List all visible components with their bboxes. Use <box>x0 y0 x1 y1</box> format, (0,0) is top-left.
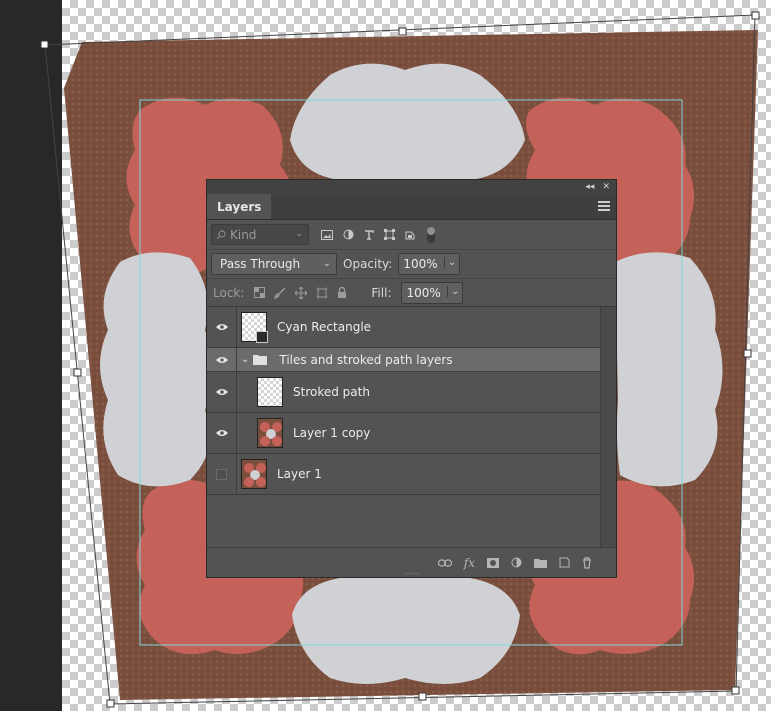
shape-layer-badge-icon <box>256 331 268 343</box>
folder-icon <box>253 355 268 365</box>
layers-bottom-toolbar: fx <box>207 547 616 577</box>
layer-thumbnail <box>257 377 283 407</box>
new-group-icon[interactable] <box>534 558 547 568</box>
layer-row[interactable]: Layer 1 <box>207 454 616 495</box>
lock-position-icon[interactable] <box>295 286 308 299</box>
visibility-toggle[interactable] <box>207 413 237 453</box>
panel-resize-grip[interactable] <box>404 573 419 575</box>
add-mask-icon[interactable] <box>487 557 499 568</box>
eye-icon <box>215 324 228 330</box>
layers-scrollbar[interactable] <box>600 307 616 547</box>
layer-row[interactable]: Cyan Rectangle <box>207 307 616 348</box>
tab-layers[interactable]: Layers <box>207 194 272 219</box>
visibility-toggle[interactable] <box>207 307 237 347</box>
layer-name: Cyan Rectangle <box>277 320 372 334</box>
lock-artboard-icon[interactable] <box>316 286 329 299</box>
lock-label: Lock: <box>213 285 245 300</box>
transform-handle-top-middle <box>398 27 407 36</box>
close-panel-icon[interactable]: ✕ <box>602 182 610 192</box>
chevron-down-icon[interactable]: ⌄ <box>241 354 249 365</box>
panel-tab-row: Layers <box>207 194 616 220</box>
visibility-toggle[interactable] <box>207 454 237 494</box>
lock-image-pixels-icon[interactable] <box>274 287 286 299</box>
tab-layers-label: Layers <box>217 199 262 214</box>
chevron-down-icon: ⌄ <box>322 258 331 269</box>
search-icon <box>216 229 226 239</box>
filter-row: Kind ⌄ <box>207 220 616 250</box>
transform-handle-top-right <box>751 11 760 20</box>
blend-mode-select[interactable]: Pass Through ⌄ <box>211 253 337 275</box>
visibility-toggle[interactable] <box>207 372 237 412</box>
opacity-value: 100% <box>403 257 438 271</box>
lock-row: Lock: Fill: 100% ⌄ <box>207 279 616 307</box>
transform-handle-bottom-left <box>106 699 115 708</box>
panel-title-strip: ◂◂ ✕ <box>207 180 616 194</box>
filter-kind-select[interactable]: Kind ⌄ <box>211 224 309 245</box>
fill-label: Fill: <box>371 285 392 300</box>
layer-name: Stroked path <box>293 385 370 399</box>
chevron-down-icon[interactable]: ⌄ <box>447 285 459 297</box>
eye-icon <box>215 356 228 363</box>
blend-row: Pass Through ⌄ Opacity: 100% ⌄ <box>207 250 616 279</box>
eye-icon <box>215 389 228 395</box>
layer-thumbnail <box>241 312 268 343</box>
layer-list: Cyan Rectangle ⌄ Tiles and stroked path … <box>207 307 616 547</box>
opacity-field[interactable]: 100% ⌄ <box>398 253 461 275</box>
transform-handle-bottom-right <box>731 686 740 695</box>
layer-name: Layer 1 copy <box>293 426 371 440</box>
transform-handle-bottom-middle <box>418 692 427 701</box>
adjustment-filter-icon[interactable] <box>343 229 354 240</box>
layer-thumbnail <box>257 418 283 448</box>
fx-icon[interactable]: fx <box>464 556 475 570</box>
transform-handle-top-left <box>40 40 49 49</box>
opacity-label: Opacity: <box>343 257 393 271</box>
layer-thumbnail <box>241 459 267 489</box>
link-layers-icon[interactable] <box>437 558 452 567</box>
transform-handle-middle-left <box>73 368 82 377</box>
blend-mode-value: Pass Through <box>220 257 301 271</box>
layer-row[interactable]: Layer 1 copy <box>207 413 616 454</box>
fill-field[interactable]: 100% ⌄ <box>401 281 464 304</box>
new-layer-icon[interactable] <box>559 557 570 568</box>
layers-panel: ◂◂ ✕ Layers Kind ⌄ Pass Through ⌄ Opacit… <box>206 179 617 578</box>
filter-kind-value: Kind <box>230 227 257 242</box>
lock-transparent-pixels-icon[interactable] <box>254 287 266 298</box>
shape-filter-icon[interactable] <box>384 229 395 240</box>
grey-tile-left <box>100 252 213 487</box>
chevron-down-icon[interactable]: ⌄ <box>443 257 456 268</box>
layer-name: Tiles and stroked path layers <box>279 352 453 367</box>
trash-icon[interactable] <box>582 556 592 569</box>
layer-group-row[interactable]: ⌄ Tiles and stroked path layers <box>207 348 616 372</box>
collapse-panel-icon[interactable]: ◂◂ <box>585 182 594 192</box>
visibility-toggle[interactable] <box>207 348 237 371</box>
filter-toggle-switch[interactable] <box>427 226 435 243</box>
hidden-visibility-box <box>216 468 227 480</box>
panel-menu-icon[interactable] <box>598 201 610 211</box>
lock-all-icon[interactable] <box>337 286 347 299</box>
pixel-filter-icon[interactable] <box>321 229 333 240</box>
transform-handle-middle-right <box>743 349 752 358</box>
grey-tile-bottom <box>292 578 520 684</box>
layer-row[interactable]: Stroked path <box>207 372 616 413</box>
layer-name: Layer 1 <box>277 467 322 481</box>
chevron-down-icon: ⌄ <box>295 229 303 239</box>
new-adjustment-layer-icon[interactable] <box>511 557 522 568</box>
smart-object-filter-icon[interactable] <box>405 229 415 240</box>
eye-icon <box>215 430 228 436</box>
grey-tile-right <box>615 252 723 487</box>
fill-value: 100% <box>406 285 441 300</box>
type-filter-icon[interactable] <box>364 229 374 240</box>
